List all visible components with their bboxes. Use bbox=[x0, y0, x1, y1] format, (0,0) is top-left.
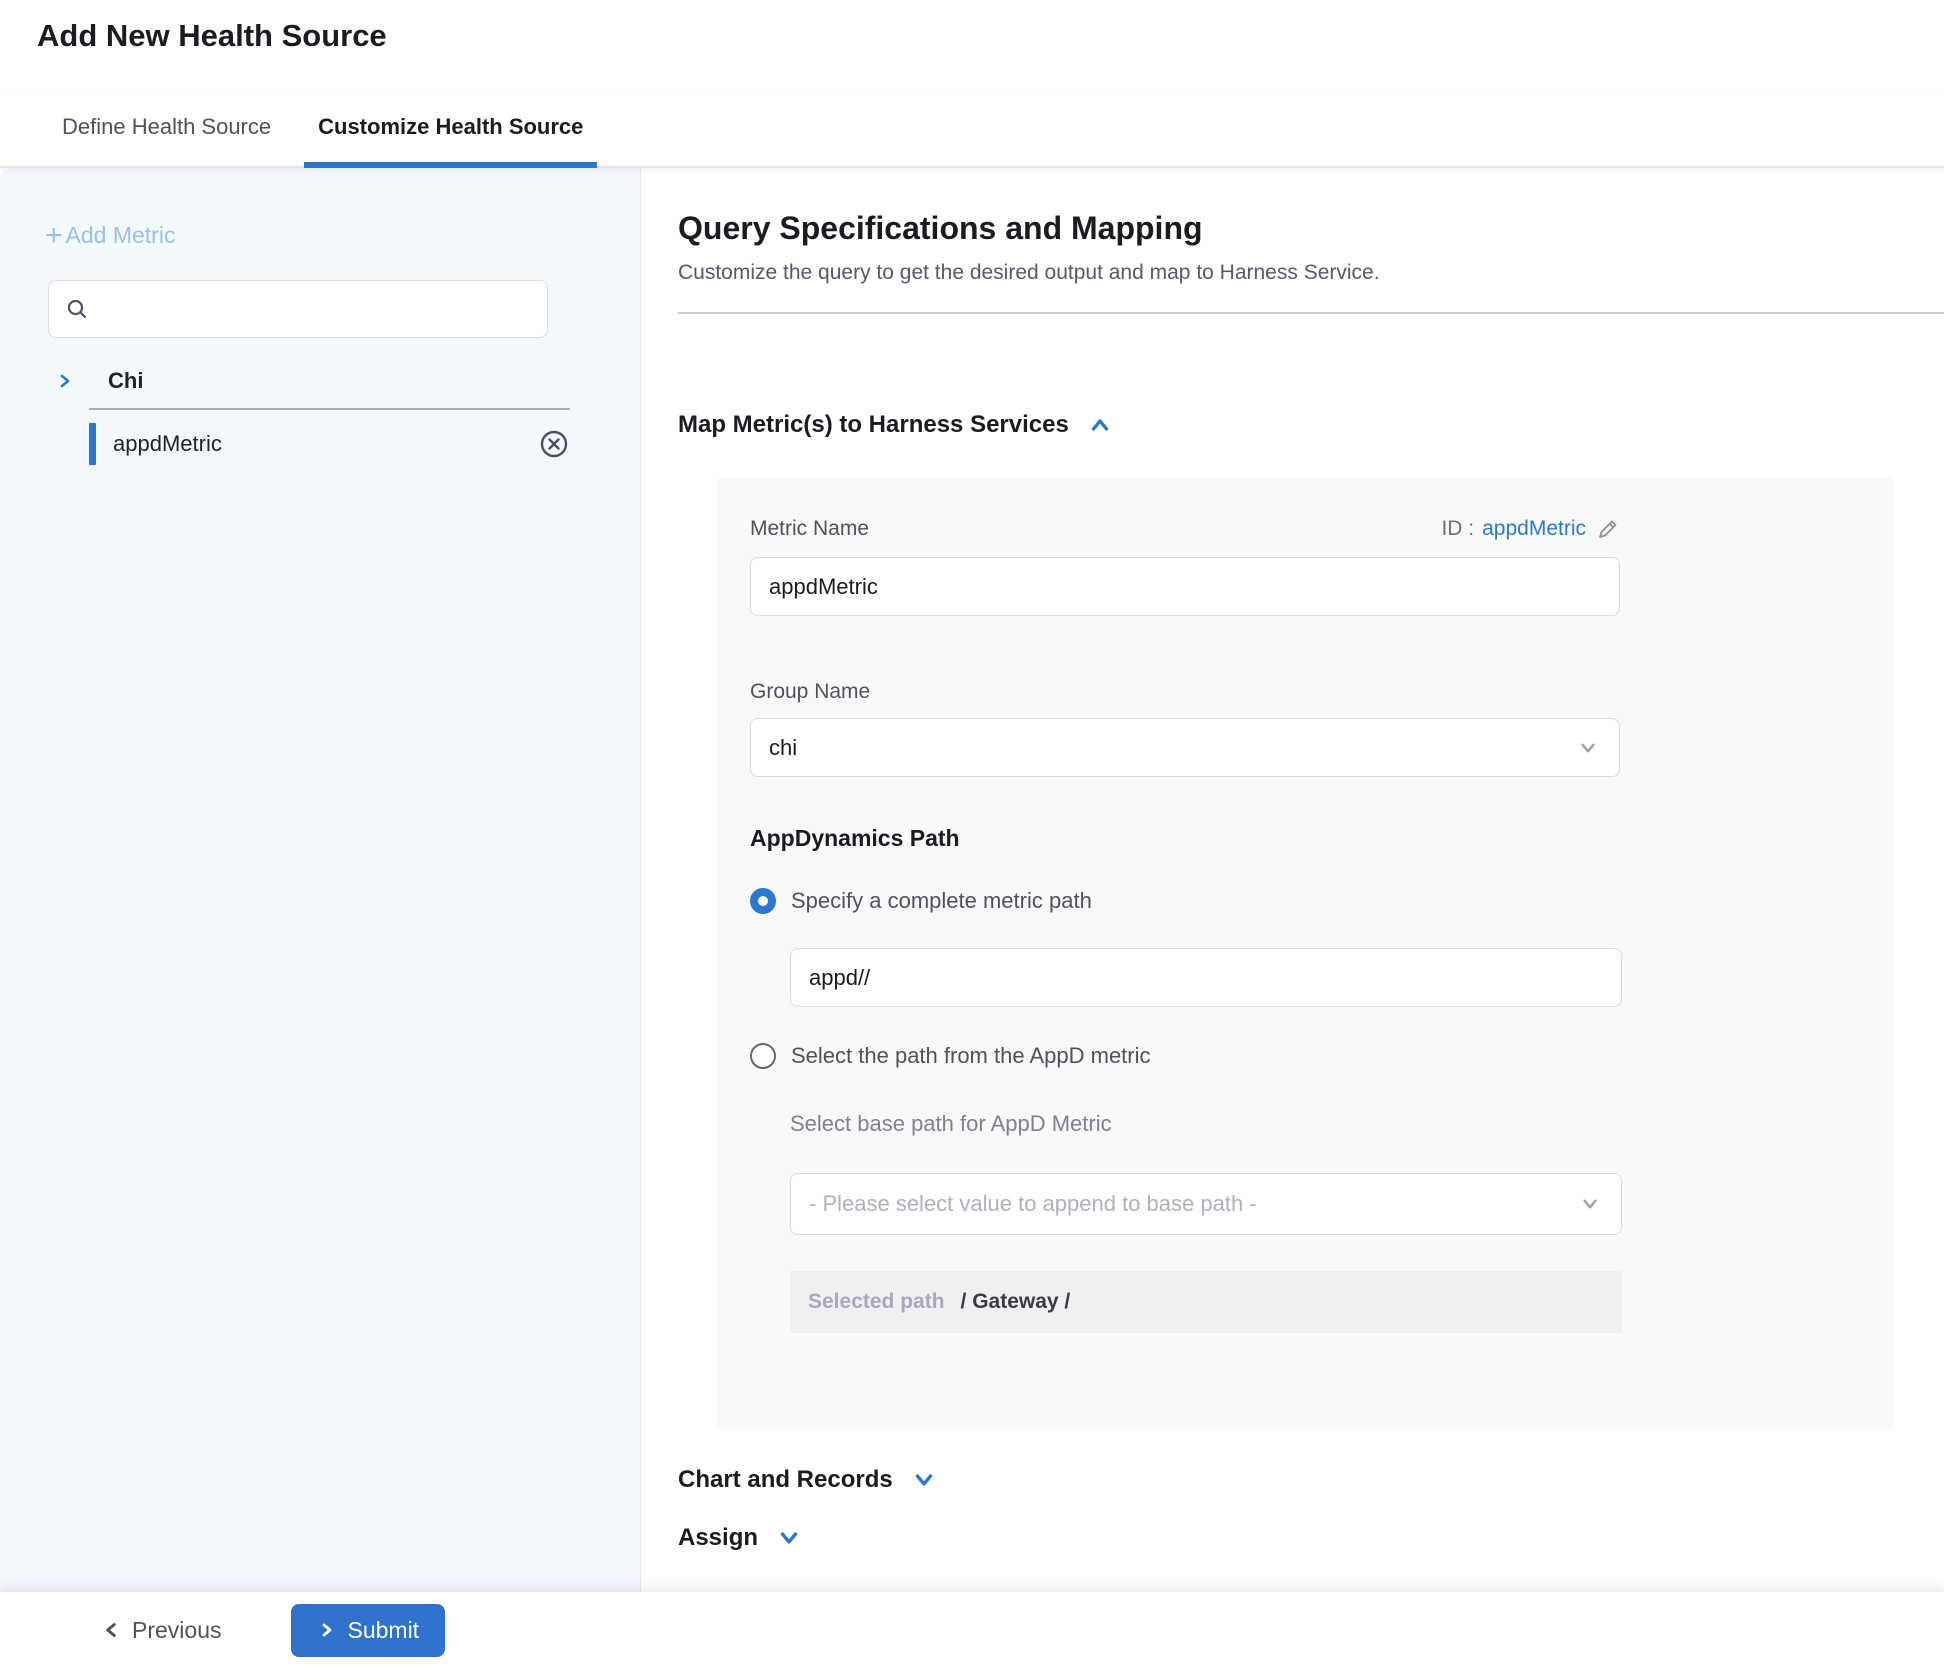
section-heading: Query Specifications and Mapping bbox=[678, 210, 1944, 247]
metric-label: appdMetric bbox=[113, 431, 222, 457]
previous-label: Previous bbox=[132, 1617, 221, 1644]
metric-name-label: Metric Name bbox=[750, 517, 869, 541]
chevron-down-icon bbox=[911, 1467, 937, 1493]
assign-toggle[interactable]: Assign bbox=[678, 1524, 1944, 1552]
submit-label: Submit bbox=[347, 1617, 419, 1644]
circle-x-icon bbox=[538, 428, 570, 460]
sidebar-group-chi[interactable]: Chi bbox=[55, 368, 640, 394]
page-title: Add New Health Source bbox=[37, 18, 387, 54]
edit-pencil-icon[interactable] bbox=[1596, 517, 1620, 541]
selected-path-bar: Selected path / Gateway / bbox=[790, 1271, 1622, 1333]
appdynamics-path-title: AppDynamics Path bbox=[750, 825, 1894, 852]
sidebar-divider bbox=[89, 408, 570, 410]
radio-unselected-icon[interactable] bbox=[750, 1043, 776, 1069]
tab-define-health-source[interactable]: Define Health Source bbox=[48, 114, 285, 166]
submit-button[interactable]: Submit bbox=[291, 1604, 445, 1657]
chevron-down-icon bbox=[776, 1525, 802, 1551]
chevron-up-icon bbox=[1087, 412, 1113, 438]
delete-metric-button[interactable] bbox=[538, 428, 570, 460]
sidebar-metric-appdmetric[interactable]: appdMetric bbox=[0, 421, 640, 467]
id-label: ID : bbox=[1441, 517, 1474, 541]
section-subheading: Customize the query to get the desired o… bbox=[678, 261, 1944, 285]
wizard-footer: Previous Submit bbox=[0, 1592, 1944, 1668]
map-metrics-title: Map Metric(s) to Harness Services bbox=[678, 411, 1069, 439]
add-metric-button[interactable]: + Add Metric bbox=[45, 222, 175, 249]
group-name-select[interactable]: chi bbox=[750, 718, 1620, 777]
group-name-label: Group Name bbox=[750, 680, 1894, 704]
chevron-left-icon bbox=[100, 1619, 122, 1641]
map-metrics-section-toggle[interactable]: Map Metric(s) to Harness Services bbox=[678, 411, 1944, 439]
radio-complete-metric-path-label: Specify a complete metric path bbox=[791, 888, 1092, 914]
metric-name-input[interactable] bbox=[750, 557, 1620, 616]
group-label: Chi bbox=[108, 368, 143, 394]
base-path-select[interactable]: - Please select value to append to base … bbox=[790, 1173, 1622, 1235]
metric-id-group: ID : appdMetric bbox=[1441, 517, 1620, 541]
selected-path-value: / Gateway / bbox=[961, 1290, 1071, 1314]
heading-divider bbox=[678, 312, 1944, 314]
radio-selected-icon[interactable] bbox=[750, 888, 776, 914]
radio-select-appd-path-label: Select the path from the AppD metric bbox=[791, 1043, 1151, 1069]
add-metric-label: Add Metric bbox=[66, 222, 176, 249]
chart-and-records-title: Chart and Records bbox=[678, 1466, 893, 1494]
base-path-label: Select base path for AppD Metric bbox=[790, 1111, 1894, 1137]
radio-select-appd-path[interactable]: Select the path from the AppD metric bbox=[750, 1043, 1894, 1069]
assign-title: Assign bbox=[678, 1524, 758, 1552]
selected-indicator-bar bbox=[89, 423, 96, 465]
plus-icon: + bbox=[45, 225, 63, 247]
map-metrics-card: Metric Name ID : appdMetric Group Name c… bbox=[717, 477, 1894, 1429]
chevron-down-icon bbox=[1579, 1193, 1601, 1215]
previous-button[interactable]: Previous bbox=[100, 1617, 221, 1644]
chevron-down-icon bbox=[1577, 737, 1599, 759]
group-name-value: chi bbox=[769, 735, 797, 761]
base-path-placeholder: - Please select value to append to base … bbox=[809, 1191, 1257, 1217]
tab-bar: Define Health Source Customize Health So… bbox=[0, 90, 1944, 168]
complete-metric-path-input[interactable] bbox=[790, 948, 1622, 1007]
search-icon bbox=[65, 297, 89, 321]
query-spec-panel: Query Specifications and Mapping Customi… bbox=[641, 168, 1944, 1592]
metric-name-row: Metric Name ID : appdMetric bbox=[750, 517, 1620, 541]
add-health-source-page: Add New Health Source Define Health Sour… bbox=[0, 0, 1944, 1668]
selected-path-label: Selected path bbox=[808, 1290, 945, 1314]
metrics-sidebar: + Add Metric Chi appdMetric bbox=[0, 168, 641, 1592]
tab-customize-health-source[interactable]: Customize Health Source bbox=[304, 114, 597, 166]
search-input[interactable] bbox=[89, 281, 547, 337]
chevron-right-icon bbox=[317, 1620, 337, 1640]
chart-and-records-toggle[interactable]: Chart and Records bbox=[678, 1466, 1944, 1494]
radio-complete-metric-path[interactable]: Specify a complete metric path bbox=[750, 888, 1894, 914]
metric-search bbox=[48, 280, 548, 338]
id-value-link[interactable]: appdMetric bbox=[1482, 517, 1586, 541]
dialog-header: Add New Health Source bbox=[0, 0, 1944, 90]
chevron-right-icon bbox=[55, 371, 75, 391]
